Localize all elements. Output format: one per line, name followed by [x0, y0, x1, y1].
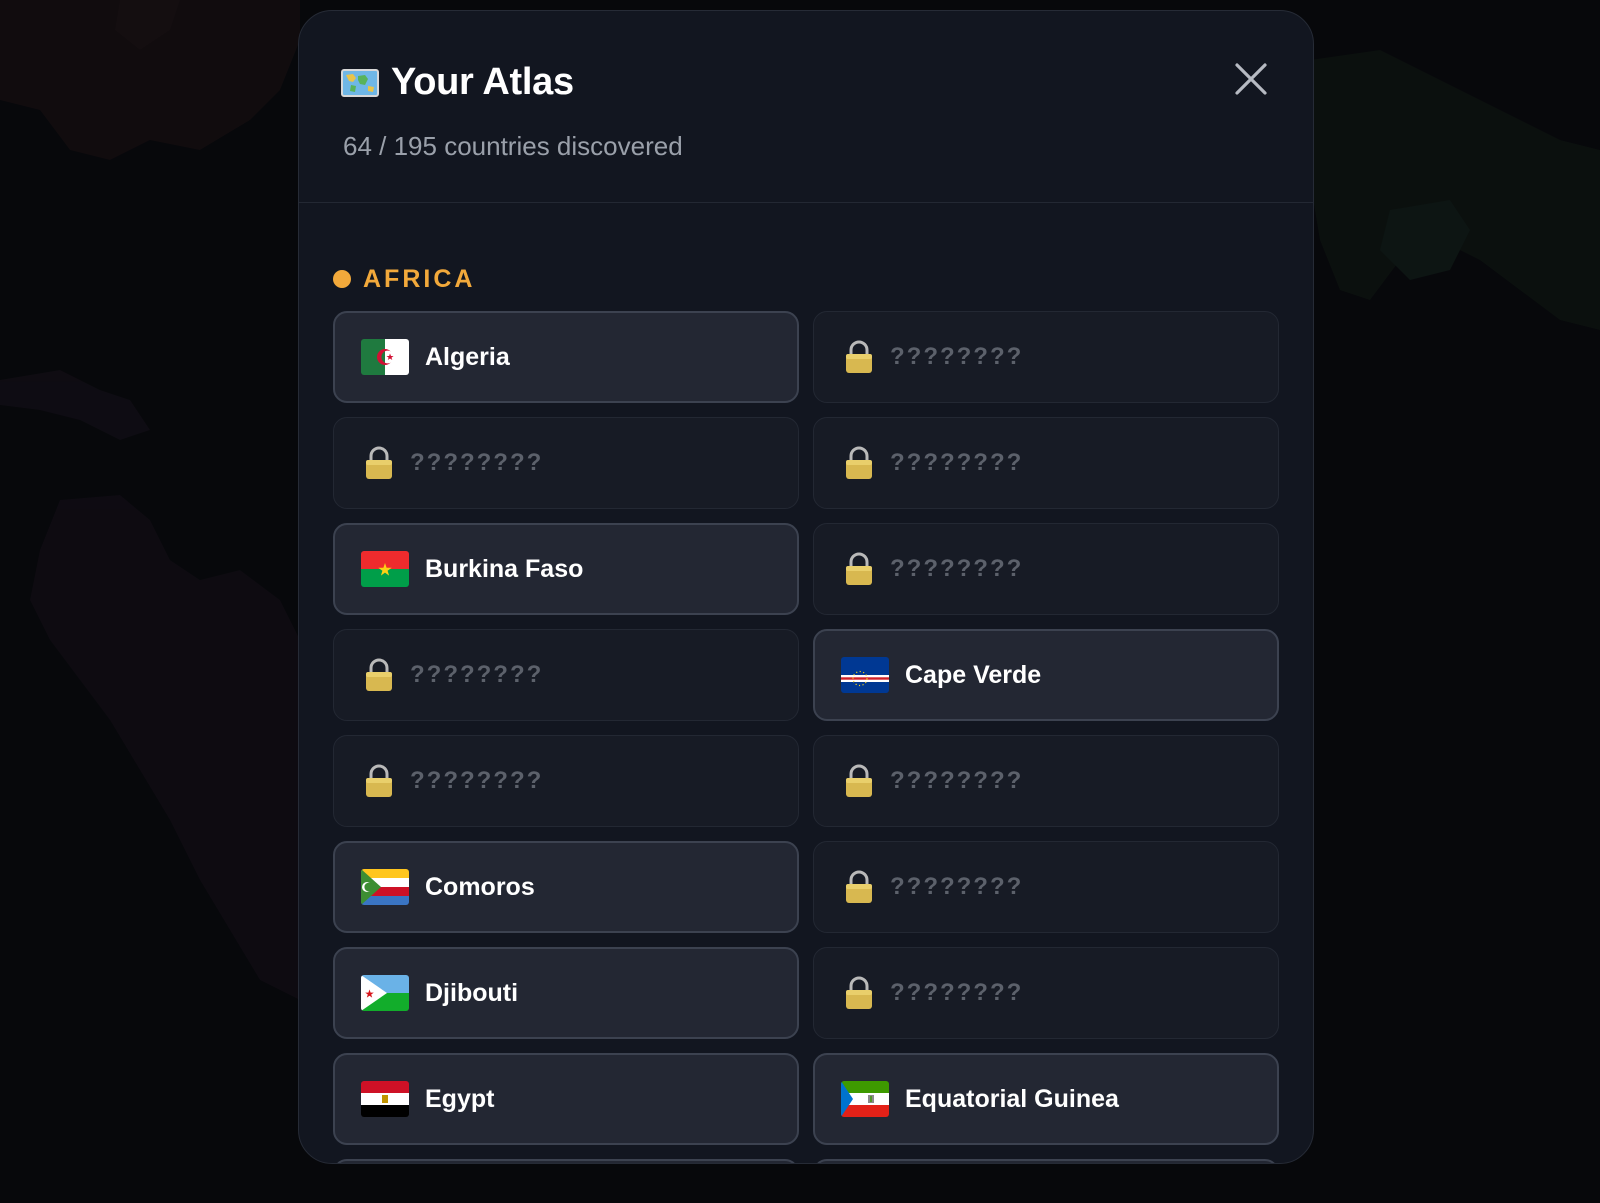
world-map-icon — [341, 68, 379, 97]
country-card-locked[interactable]: ???????? — [333, 735, 799, 827]
country-card-equatorial-guinea[interactable]: Equatorial Guinea — [813, 1053, 1279, 1145]
country-name: Burkina Faso — [425, 554, 584, 583]
lock-icon — [366, 446, 392, 479]
lock-icon — [846, 870, 872, 903]
country-card-djibouti[interactable]: Djibouti — [333, 947, 799, 1039]
country-card-partial[interactable] — [813, 1159, 1279, 1163]
lock-icon — [366, 764, 392, 797]
flag-djibouti-icon — [361, 975, 409, 1011]
locked-country-name: ???????? — [890, 767, 1024, 794]
page-title: Your Atlas — [391, 61, 574, 103]
country-card-locked[interactable]: ???????? — [333, 629, 799, 721]
country-card-locked[interactable]: ???????? — [813, 311, 1279, 403]
country-name: Equatorial Guinea — [905, 1084, 1119, 1113]
atlas-modal: Your Atlas 64 / 195 countries discovered… — [298, 10, 1314, 1164]
title-row: Your Atlas — [341, 61, 574, 104]
locked-country-name: ???????? — [410, 767, 544, 794]
modal-body: AFRICA Algeria ???????? ???????? ???????… — [299, 203, 1313, 1163]
lock-icon — [846, 764, 872, 797]
locked-country-name: ???????? — [410, 661, 544, 688]
region-label: AFRICA — [363, 264, 476, 293]
country-card-locked[interactable]: ???????? — [813, 841, 1279, 933]
country-card-locked[interactable]: ???????? — [813, 523, 1279, 615]
country-name: Comoros — [425, 872, 535, 901]
country-name: Egypt — [425, 1084, 495, 1113]
region-dot — [333, 270, 351, 288]
country-card-algeria[interactable]: Algeria — [333, 311, 799, 403]
locked-country-name: ???????? — [890, 979, 1024, 1006]
lock-icon — [846, 340, 872, 373]
close-icon[interactable] — [1231, 59, 1271, 99]
country-grid: Algeria ???????? ???????? ???????? Burki… — [333, 311, 1279, 1163]
region-header: AFRICA — [333, 263, 1279, 295]
flag-burkina-faso-icon — [361, 551, 409, 587]
locked-country-name: ???????? — [890, 873, 1024, 900]
lock-icon — [366, 658, 392, 691]
modal-header: Your Atlas 64 / 195 countries discovered — [299, 11, 1313, 203]
country-card-locked[interactable]: ???????? — [333, 417, 799, 509]
flag-equatorial-guinea-icon — [841, 1081, 889, 1117]
flag-algeria-icon — [361, 339, 409, 375]
locked-country-name: ???????? — [890, 555, 1024, 582]
country-card-cape-verde[interactable]: Cape Verde — [813, 629, 1279, 721]
country-name: Cape Verde — [905, 660, 1042, 689]
discovered-count: 64 / 195 countries discovered — [343, 131, 683, 161]
country-card-partial[interactable] — [333, 1159, 799, 1163]
flag-cape-verde-icon — [841, 657, 889, 693]
country-card-burkina-faso[interactable]: Burkina Faso — [333, 523, 799, 615]
country-name: Algeria — [425, 342, 510, 371]
country-card-egypt[interactable]: Egypt — [333, 1053, 799, 1145]
country-card-comoros[interactable]: Comoros — [333, 841, 799, 933]
flag-comoros-icon — [361, 869, 409, 905]
country-card-locked[interactable]: ???????? — [813, 735, 1279, 827]
lock-icon — [846, 446, 872, 479]
country-card-locked[interactable]: ???????? — [813, 947, 1279, 1039]
country-name: Djibouti — [425, 978, 519, 1007]
lock-icon — [846, 976, 872, 1009]
flag-egypt-icon — [361, 1081, 409, 1117]
lock-icon — [846, 552, 872, 585]
locked-country-name: ???????? — [890, 343, 1024, 370]
country-card-locked[interactable]: ???????? — [813, 417, 1279, 509]
locked-country-name: ???????? — [410, 449, 544, 476]
locked-country-name: ???????? — [890, 449, 1024, 476]
